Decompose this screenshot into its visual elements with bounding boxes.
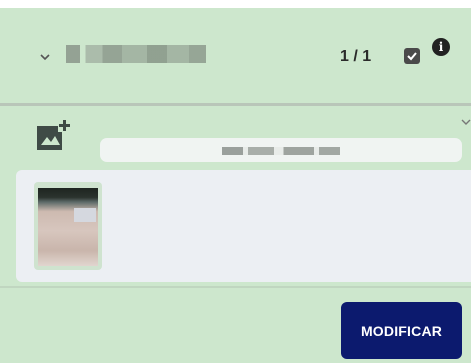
collapse-chevron-icon[interactable] xyxy=(461,114,471,125)
image-thumbnail[interactable] xyxy=(34,182,102,270)
top-strip xyxy=(0,0,471,8)
modify-button[interactable]: MODIFICAR xyxy=(341,302,462,359)
filename-field[interactable] xyxy=(100,138,462,162)
info-icon[interactable]: i xyxy=(432,38,450,56)
thumbnail-image xyxy=(38,188,98,266)
add-photo-icon[interactable] xyxy=(36,118,70,152)
section-divider xyxy=(0,103,471,106)
actions-divider xyxy=(0,286,471,288)
checkbox-checked-icon[interactable] xyxy=(404,48,420,64)
chevron-down-icon[interactable] xyxy=(40,52,50,62)
item-title xyxy=(70,44,210,66)
item-counter: 1 / 1 xyxy=(340,48,372,65)
filename-redacted xyxy=(222,146,340,155)
info-glyph: i xyxy=(438,40,444,54)
